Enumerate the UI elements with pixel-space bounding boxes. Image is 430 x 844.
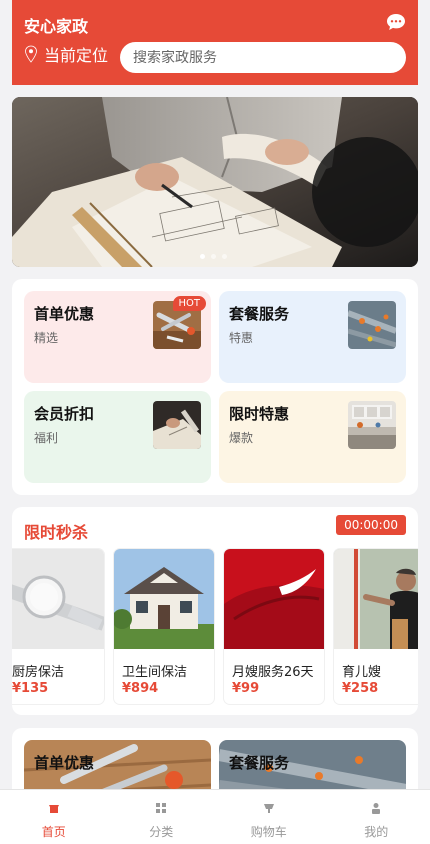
tab-category[interactable]: 分类: [108, 790, 216, 844]
carousel-dot[interactable]: [222, 254, 227, 259]
promo-card-member[interactable]: 会员折扣 福利: [24, 391, 211, 483]
promo-grid: 首单优惠 精选 HOT 套餐服务 特惠 会员折扣 福利 限时特惠 爆款: [12, 279, 418, 495]
product-image: [224, 549, 324, 649]
promo-subtitle: 福利: [34, 431, 59, 445]
cart-icon: [263, 804, 274, 813]
location-pin-icon: [25, 45, 37, 63]
hero-banner[interactable]: [12, 97, 418, 267]
product-name: 厨房保洁: [12, 665, 65, 680]
flash-sale-title: 限时秒杀: [24, 523, 89, 542]
product-price: ¥258: [342, 681, 379, 696]
promo-card-first-order[interactable]: 首单优惠 精选 HOT: [24, 291, 211, 383]
product-image: [12, 549, 104, 649]
product-image: [334, 549, 418, 649]
flash-sale-item[interactable]: 育儿嫂 ¥258: [334, 549, 418, 704]
promo-title: 套餐服务: [229, 305, 290, 323]
tab-label: 我的: [364, 825, 389, 839]
flash-sale-section: 限时秒杀 00:00:00 厨房保洁 ¥135 卫生间保洁 ¥894 月嫂服务2…: [12, 507, 418, 715]
app-title: 安心家政: [24, 17, 89, 36]
featured-title: 套餐服务: [229, 754, 290, 772]
product-name: 育儿嫂: [342, 665, 382, 680]
category-icon: [156, 803, 167, 813]
flash-sale-item[interactable]: 厨房保洁 ¥135: [12, 549, 104, 704]
tab-cart[interactable]: 购物车: [215, 790, 323, 844]
location-selector[interactable]: 当前定位: [24, 42, 108, 66]
promo-thumbnail: [153, 401, 201, 449]
banner-image: [12, 97, 418, 267]
promo-thumbnail: [348, 401, 396, 449]
hot-badge: HOT: [172, 296, 206, 311]
promo-subtitle: 爆款: [229, 431, 254, 445]
featured-title: 首单优惠: [34, 754, 95, 772]
carousel-dot[interactable]: [211, 254, 216, 259]
profile-icon: [372, 803, 381, 814]
product-price: ¥135: [12, 681, 49, 696]
product-image: [114, 549, 214, 649]
bottom-tab-bar: 首页 分类 购物车 我的: [0, 789, 430, 844]
countdown-timer: 00:00:00: [336, 515, 406, 535]
flash-sale-item[interactable]: 卫生间保洁 ¥894: [114, 549, 214, 704]
carousel-dots[interactable]: [200, 254, 227, 259]
tab-label: 购物车: [250, 825, 287, 839]
product-price: ¥99: [232, 681, 260, 696]
product-name: 月嫂服务26天: [232, 665, 314, 680]
carousel-dot[interactable]: [200, 254, 205, 259]
location-label: 当前定位: [44, 46, 109, 65]
message-icon[interactable]: [386, 12, 406, 32]
home-icon: [48, 805, 59, 813]
flash-sale-item[interactable]: 月嫂服务26天 ¥99: [224, 549, 324, 704]
product-name: 卫生间保洁: [122, 665, 188, 680]
product-price: ¥894: [122, 681, 159, 696]
top-header: 安心家政 当前定位: [12, 0, 418, 85]
promo-subtitle: 特惠: [229, 331, 254, 345]
tab-label: 首页: [41, 825, 66, 839]
search-bar[interactable]: [120, 42, 406, 73]
promo-title: 首单优惠: [34, 305, 95, 323]
tab-home[interactable]: 首页: [0, 790, 108, 844]
promo-card-limited[interactable]: 限时特惠 爆款: [219, 391, 406, 483]
promo-card-package[interactable]: 套餐服务 特惠: [219, 291, 406, 383]
promo-thumbnail: [348, 301, 396, 349]
promo-title: 限时特惠: [229, 405, 290, 423]
tab-profile[interactable]: 我的: [323, 790, 430, 844]
promo-title: 会员折扣: [34, 405, 95, 423]
tab-label: 分类: [149, 825, 174, 839]
promo-subtitle: 精选: [34, 331, 59, 345]
search-input[interactable]: [133, 49, 406, 66]
flash-sale-carousel[interactable]: 厨房保洁 ¥135 卫生间保洁 ¥894 月嫂服务26天 ¥99 育儿嫂 ¥25…: [12, 549, 418, 704]
